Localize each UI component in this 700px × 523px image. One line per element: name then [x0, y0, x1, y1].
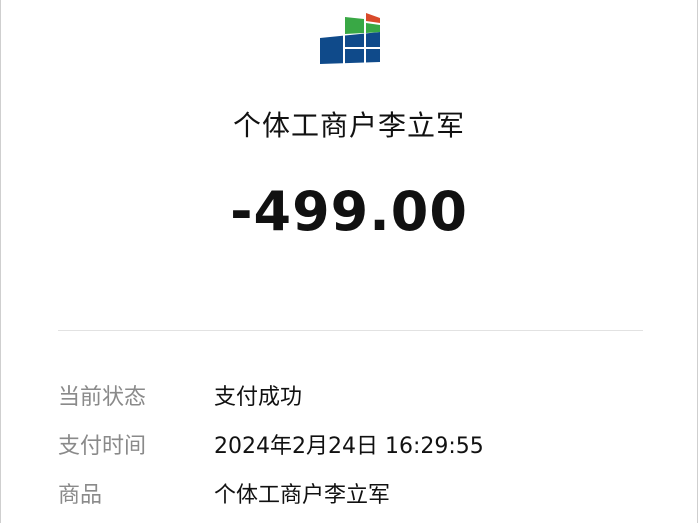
payment-time-value: 2024年2月24日 16:29:55: [214, 434, 484, 459]
payment-amount: -499.00: [230, 180, 468, 243]
receipt-page: 个体工商户李立军 -499.00 当前状态 支付成功 支付时间 2024年2月2…: [0, 0, 698, 523]
payment-time-label: 支付时间: [58, 434, 147, 459]
detail-row-time: 支付时间 2024年2月24日 16:29:55: [58, 428, 667, 460]
bank-logo-icon: [320, 12, 381, 64]
divider: [58, 330, 643, 331]
status-value: 支付成功: [214, 385, 303, 410]
status-label: 当前状态: [58, 385, 147, 410]
detail-row-product: 商品 个体工商户李立军: [58, 477, 667, 509]
detail-row-status: 当前状态 支付成功: [58, 379, 667, 411]
product-label: 商品: [58, 483, 103, 508]
merchant-name: 个体工商户李立军: [232, 109, 465, 142]
product-value: 个体工商户李立军: [214, 483, 391, 508]
